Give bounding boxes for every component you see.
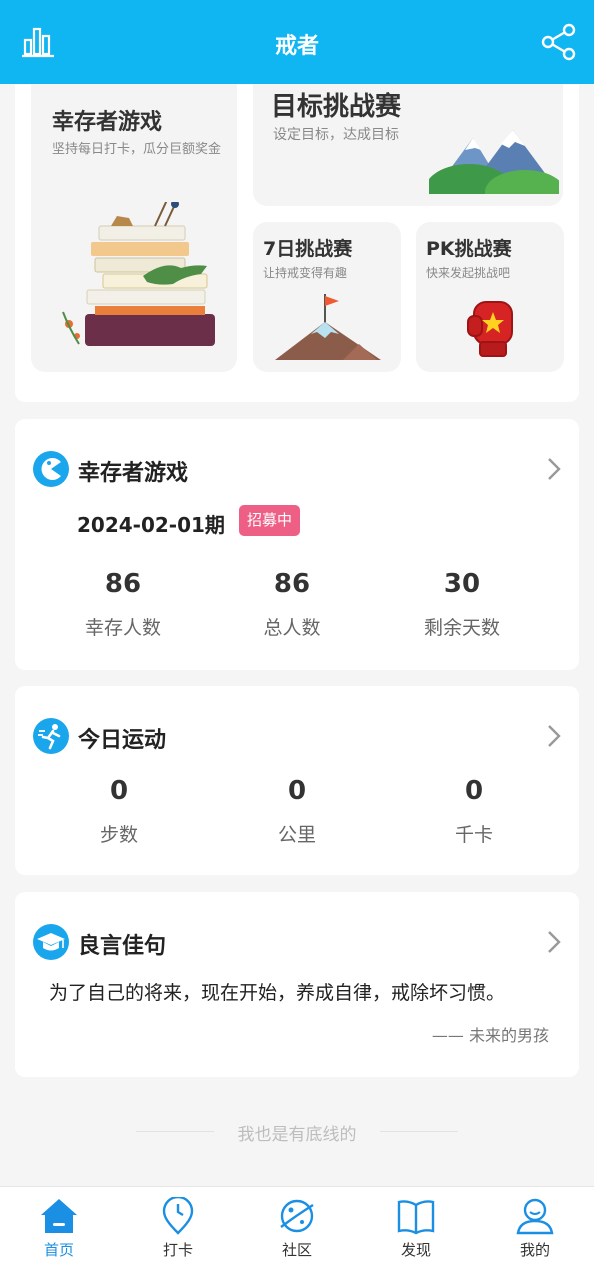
checkin-icon: [162, 1197, 194, 1235]
tab-discover[interactable]: 发现: [357, 1197, 475, 1267]
quote-author: —— 未来的男孩: [431, 1026, 549, 1045]
survivor-tile-subtitle: 坚持每日打卡，瓜分巨额奖金: [52, 142, 222, 157]
pacman-icon: [33, 451, 69, 487]
share-icon: [541, 23, 576, 61]
planet-icon: [280, 1199, 314, 1233]
quote-card[interactable]: 良言佳句 为了自己的将来，现在开始，养成自律，戒除坏习惯。 —— 未来的男孩: [15, 892, 579, 1077]
tab-label: 发现: [400, 1241, 431, 1259]
period-label: 2024-02-01期: [77, 513, 225, 537]
target-tile-title: 目标挑战赛: [271, 92, 402, 122]
tab-label: 社区: [281, 1241, 312, 1259]
page-title: 戒者: [274, 34, 319, 59]
target-challenge-tile[interactable]: 目标挑战赛 设定目标，达成目标: [253, 84, 563, 206]
seven-day-tile-subtitle: 让持戒变得有趣: [263, 266, 348, 280]
tab-label: 打卡: [162, 1241, 193, 1259]
graduation-cap-icon: [33, 924, 69, 960]
profile-icon: [516, 1198, 554, 1235]
pk-challenge-tile[interactable]: PK挑战赛 快来发起挑战吧: [416, 222, 564, 372]
stat-value: 86: [273, 569, 311, 599]
stat-label: 千卡: [454, 824, 493, 846]
survivor-game-header[interactable]: 幸存者游戏: [33, 451, 563, 487]
stat-calories: 0 千卡: [394, 776, 554, 847]
quote-text: 为了自己的将来，现在开始，养成自律，戒除坏习惯。: [49, 982, 506, 1004]
today-exercise-header[interactable]: 今日运动: [33, 718, 563, 754]
seven-day-challenge-tile[interactable]: 7日挑战赛 让持戒变得有趣: [253, 222, 401, 372]
tab-community[interactable]: 社区: [238, 1197, 356, 1267]
quote-header[interactable]: 良言佳句: [33, 924, 563, 960]
challenge-banner: 幸存者游戏 坚持每日打卡，瓜分巨额奖金 目标挑战赛 设定目标，达成目标 7日挑战…: [15, 84, 579, 402]
flag-mountain-illustration: [275, 294, 381, 360]
share-button[interactable]: [540, 22, 578, 62]
stat-survivors: 86 幸存人数: [43, 569, 203, 640]
end-of-list-note: 我也是有底线的: [0, 1120, 594, 1145]
today-exercise-title: 今日运动: [78, 728, 167, 753]
survivor-game-card[interactable]: 幸存者游戏 2024-02-01期 招募中 86 幸存人数 86 总人数 30 …: [15, 419, 579, 670]
tab-label: 首页: [43, 1241, 74, 1259]
book-icon: [397, 1200, 435, 1235]
stat-value: 0: [464, 776, 484, 806]
chevron-right-icon[interactable]: [545, 722, 563, 750]
stat-label: 步数: [99, 824, 138, 846]
mountains-illustration: [429, 130, 559, 194]
stat-label: 总人数: [263, 617, 321, 639]
today-exercise-card[interactable]: 今日运动 0 步数 0 公里 0 千卡: [15, 686, 579, 875]
survivor-game-title: 幸存者游戏: [78, 461, 189, 486]
app-header: 戒者: [0, 0, 594, 84]
stat-label: 公里: [277, 824, 316, 846]
boxing-glove-icon: [467, 301, 513, 357]
seven-day-tile-title: 7日挑战赛: [263, 238, 353, 260]
stat-value: 86: [104, 569, 142, 599]
book-stack-illustration: [62, 202, 215, 346]
stat-days-left: 30 剩余天数: [382, 569, 542, 640]
bottom-tab-bar: 首页 打卡 社区 发现 我的: [0, 1186, 594, 1280]
stat-value: 0: [287, 776, 307, 806]
tab-checkin[interactable]: 打卡: [119, 1197, 237, 1267]
tab-profile[interactable]: 我的: [476, 1197, 594, 1267]
running-icon: [33, 718, 69, 754]
end-of-list-text: 我也是有底线的: [237, 1125, 357, 1145]
stat-value: 0: [109, 776, 129, 806]
stat-total: 86 总人数: [212, 569, 372, 640]
stat-label: 剩余天数: [423, 617, 500, 639]
stat-value: 30: [443, 569, 481, 599]
pk-tile-title: PK挑战赛: [426, 238, 512, 260]
quote-title: 良言佳句: [78, 934, 167, 959]
chevron-right-icon[interactable]: [545, 455, 563, 483]
status-badge: 招募中: [239, 505, 301, 536]
stat-steps: 0 步数: [39, 776, 199, 847]
home-icon: [41, 1199, 77, 1233]
tab-home[interactable]: 首页: [0, 1197, 118, 1267]
stat-kilometers: 0 公里: [217, 776, 377, 847]
chevron-right-icon[interactable]: [545, 928, 563, 956]
divider: [380, 1131, 458, 1132]
target-tile-subtitle: 设定目标，达成目标: [273, 127, 399, 143]
survivor-game-tile[interactable]: 幸存者游戏 坚持每日打卡，瓜分巨额奖金: [31, 84, 237, 372]
survivor-tile-title: 幸存者游戏: [52, 110, 163, 135]
tab-label: 我的: [519, 1241, 550, 1259]
stat-label: 幸存人数: [84, 617, 161, 639]
pk-tile-subtitle: 快来发起挑战吧: [426, 266, 511, 280]
